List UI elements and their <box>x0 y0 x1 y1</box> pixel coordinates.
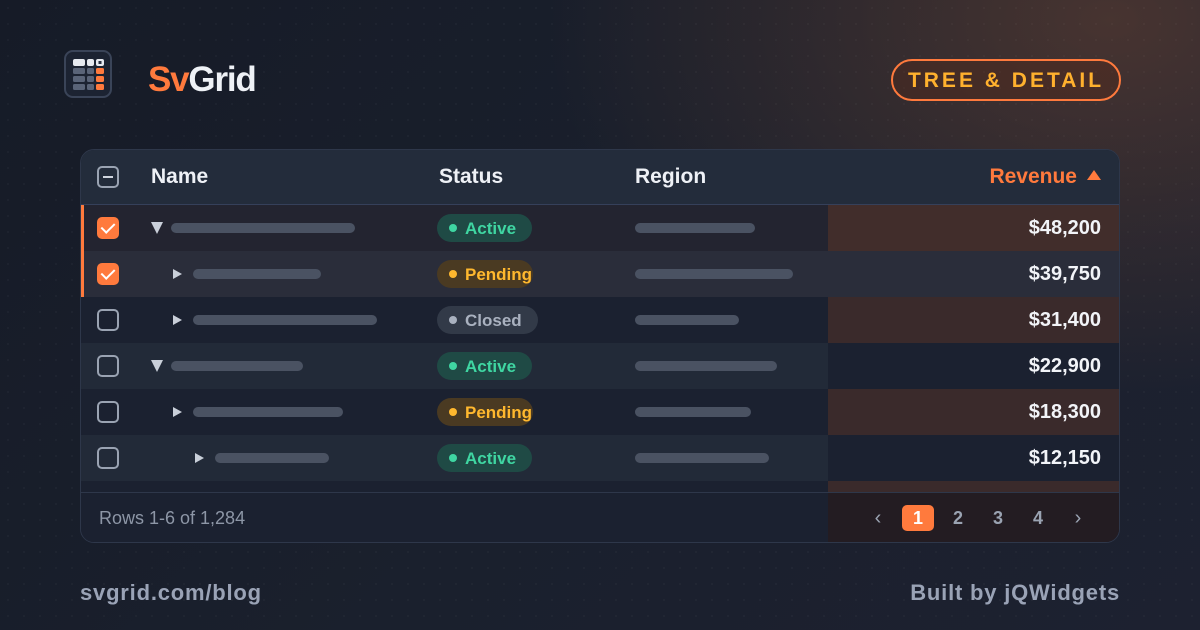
row-checkbox[interactable] <box>97 447 119 469</box>
grid-logo-icon <box>64 50 112 98</box>
row-checkbox[interactable] <box>97 263 119 285</box>
name-placeholder <box>171 223 355 233</box>
status-dot-icon <box>449 270 457 278</box>
name-placeholder <box>215 453 329 463</box>
table-row[interactable]: Pending $39,750 <box>81 251 1119 297</box>
status-dot-icon <box>449 316 457 324</box>
status-badge: Pending <box>437 260 533 288</box>
region-placeholder <box>635 453 769 463</box>
region-placeholder <box>635 361 777 371</box>
pager-page-3[interactable]: 3 <box>982 505 1014 531</box>
status-label: Active <box>465 356 517 376</box>
revenue-cell: $31,400 <box>1028 308 1101 331</box>
table-row[interactable]: Active $48,200 <box>81 205 1119 251</box>
status-badge: Active <box>437 444 533 472</box>
row-expander[interactable] <box>149 205 165 251</box>
caret-right-icon <box>172 315 182 325</box>
brand-rest: Grid <box>188 60 256 99</box>
caret-right-icon <box>194 453 204 463</box>
column-header-status[interactable]: Status <box>439 150 503 204</box>
region-placeholder <box>635 315 739 325</box>
table-row[interactable]: Active $12,150 <box>81 435 1119 481</box>
row-checkbox[interactable] <box>97 401 119 423</box>
status-badge: Closed <box>437 306 538 334</box>
caret-down-icon <box>151 222 163 234</box>
pager-prev-button[interactable]: ‹ <box>862 505 894 531</box>
status-label: Active <box>465 448 517 468</box>
caret-right-icon <box>172 407 182 417</box>
status-dot-icon <box>449 224 457 232</box>
row-expander[interactable] <box>169 389 185 435</box>
pager-page-2[interactable]: 2 <box>942 505 974 531</box>
built-by-credit: Built by jQWidgets <box>910 580 1120 605</box>
row-checkbox[interactable] <box>97 309 119 331</box>
pager-next-button[interactable]: › <box>1062 505 1094 531</box>
name-placeholder <box>193 269 321 279</box>
brand-accent: Sv <box>148 60 190 99</box>
name-placeholder <box>171 361 303 371</box>
status-badge: Pending <box>437 398 533 426</box>
region-placeholder <box>635 269 793 279</box>
grid-footer: Rows 1-6 of 1,284 ‹ 1 2 3 4 › <box>81 492 1119 542</box>
feature-badge: TREE & DETAIL <box>891 59 1121 101</box>
status-badge: Active <box>437 352 533 380</box>
revenue-cell: $22,900 <box>828 343 1119 389</box>
row-checkbox[interactable] <box>97 217 119 239</box>
region-placeholder <box>635 223 755 233</box>
column-header-revenue-label: Revenue <box>989 165 1077 188</box>
caret-down-icon <box>151 360 163 372</box>
column-header-region[interactable]: Region <box>635 150 706 204</box>
revenue-cell: $12,150 <box>828 435 1119 481</box>
sort-asc-icon <box>1087 170 1101 180</box>
status-dot-icon <box>449 362 457 370</box>
table-row[interactable]: Closed $31,400 <box>81 297 1119 343</box>
row-expander[interactable] <box>169 297 185 343</box>
rows-info: Rows 1-6 of 1,284 <box>99 508 246 528</box>
row-expander[interactable] <box>149 343 165 389</box>
status-badge: Active <box>437 214 533 242</box>
grid-header: Name Status Region Revenue <box>81 150 1119 205</box>
status-dot-icon <box>449 408 457 416</box>
revenue-cell: $48,200 <box>1028 216 1101 239</box>
caret-right-icon <box>172 269 182 279</box>
pager-page-4[interactable]: 4 <box>1022 505 1054 531</box>
region-placeholder <box>635 407 751 417</box>
blog-url: svgrid.com/blog <box>80 580 262 605</box>
status-dot-icon <box>449 454 457 462</box>
column-header-revenue[interactable]: Revenue <box>989 150 1101 204</box>
row-expander[interactable] <box>191 435 207 481</box>
row-expander[interactable] <box>169 251 185 297</box>
status-label: Pending <box>465 264 533 284</box>
revenue-cell: $39,750 <box>1028 262 1101 285</box>
status-label: Closed <box>465 310 522 330</box>
status-label: Pending <box>465 402 533 422</box>
brand-name: SvGrid <box>148 60 257 100</box>
table-row[interactable]: Active $22,900 <box>81 343 1119 389</box>
select-all-checkbox[interactable] <box>97 166 119 188</box>
name-placeholder <box>193 407 343 417</box>
name-placeholder <box>193 315 377 325</box>
tree-grid: Name Status Region Revenue Active $48,20… <box>80 149 1120 543</box>
status-label: Active <box>465 218 517 238</box>
revenue-cell: $18,300 <box>1028 400 1101 423</box>
table-row[interactable]: Pending $18,300 <box>81 389 1119 435</box>
pager-page-1[interactable]: 1 <box>902 505 934 531</box>
column-header-name[interactable]: Name <box>151 150 208 204</box>
row-checkbox[interactable] <box>97 355 119 377</box>
